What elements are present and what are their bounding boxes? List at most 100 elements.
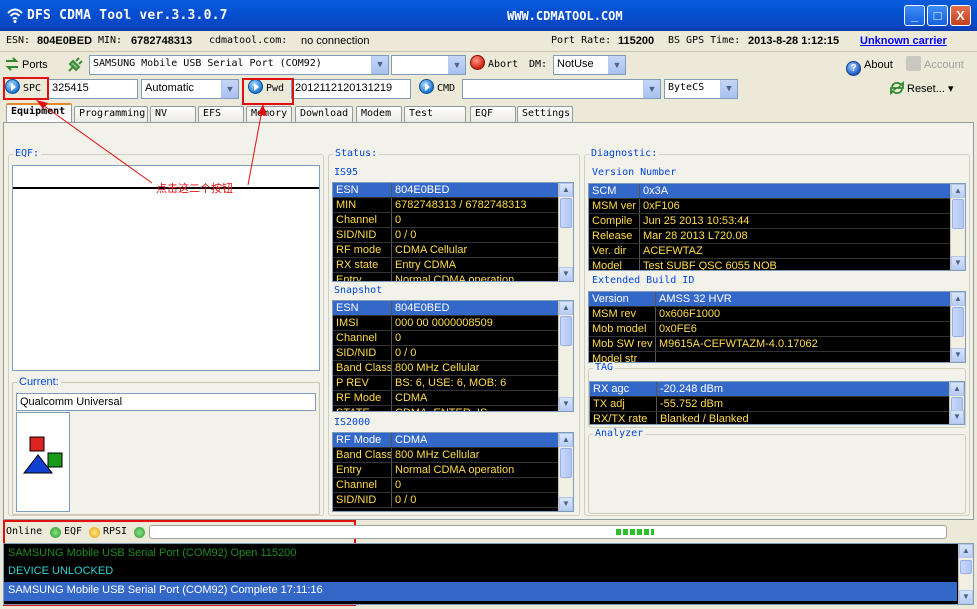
scroll-up-icon[interactable]: ▲ (951, 292, 965, 306)
grid-row[interactable]: RF Mode CDMA (333, 391, 573, 406)
scroll-up-icon[interactable]: ▲ (559, 183, 573, 197)
scroll-up-icon[interactable]: ▲ (951, 184, 965, 198)
scroll-thumb[interactable] (560, 448, 572, 478)
grid-row[interactable]: MIN 6782748313 / 6782748313 (333, 198, 573, 213)
scroll-up-icon[interactable]: ▲ (950, 382, 964, 396)
grid-row[interactable]: Mob SW rev M9615A-CEFWTAZM-4.0.17062 (589, 337, 965, 352)
is95-grid[interactable]: ESN 804E0BED MIN 6782748313 / 6782748313 Cha… (332, 182, 574, 282)
grid-row[interactable]: RF mode CDMA Cellular (333, 243, 573, 258)
tab-nv[interactable]: NV (150, 106, 196, 122)
grid-row[interactable]: SID/NID 0 / 0 (333, 346, 573, 361)
tab-test-call[interactable]: Test call (404, 106, 466, 133)
snapshot-grid[interactable]: ESN 804E0BED IMSI 000 00 0000008509 Channel 0… (332, 300, 574, 412)
dm-select[interactable]: NotUse ▼ (553, 55, 626, 75)
grid-row[interactable]: SID/NID 0 / 0 (333, 228, 573, 243)
cmd-select[interactable]: ▼ (462, 79, 661, 99)
log-line: DEVICE UNLOCKED (8, 565, 114, 577)
grid-scrollbar[interactable]: ▲ ▼ (950, 184, 965, 270)
pwd-input[interactable]: 2012112120131219 (291, 79, 411, 99)
scroll-up-icon[interactable]: ▲ (959, 544, 973, 558)
grid-row[interactable]: Channel 0 (333, 331, 573, 346)
grid-row[interactable]: Channel 0 (333, 478, 573, 493)
analyzer-title: Analyzer (593, 428, 646, 439)
grid-row[interactable]: MSM ver 0xF106 (589, 199, 965, 214)
secondary-select[interactable]: ▼ (391, 55, 466, 75)
grid-row[interactable]: RX state Entry CDMA (333, 258, 573, 273)
close-button[interactable]: X (950, 5, 971, 26)
tab-eqf[interactable]: EQF (470, 106, 516, 122)
grid-row[interactable]: SCM 0x3A (589, 184, 965, 199)
grid-row[interactable]: SID/NID 0 / 0 (333, 493, 573, 508)
grid-row[interactable]: IMSI 000 00 0000008509 (333, 316, 573, 331)
ports-button[interactable]: Ports (4, 55, 48, 75)
scroll-up-icon[interactable]: ▲ (559, 301, 573, 315)
scroll-down-icon[interactable]: ▼ (559, 497, 573, 511)
log-panel[interactable]: SAMSUNG Mobile USB Serial Port (COM92) O… (3, 543, 974, 605)
tab-equipment[interactable]: Equipment (6, 103, 72, 123)
ext-build-grid[interactable]: Version AMSS 32 HVR MSM rev 0x606F1000 Mob m… (588, 291, 966, 363)
reset-button[interactable]: Reset... ▾ (889, 79, 954, 99)
grid-row[interactable]: P REV BS: 6, USE: 6, MOB: 6 (333, 376, 573, 391)
grid-row[interactable]: Ver. dir ACEFWTAZ (589, 244, 965, 259)
grid-row[interactable]: RX/TX rate Blanked / Blanked (590, 412, 964, 424)
grid-scrollbar[interactable]: ▲ ▼ (950, 292, 965, 362)
maximize-button[interactable]: □ (927, 5, 948, 26)
cmd-button[interactable]: CMD (419, 79, 455, 99)
tab-download[interactable]: Download (295, 106, 353, 122)
tab-modem[interactable]: Modem (356, 106, 402, 122)
grid-row[interactable]: Band Class 800 MHz Cellular (333, 361, 573, 376)
grid-row[interactable]: RF Mode CDMA (333, 433, 573, 448)
log-scrollbar[interactable]: ▲ ▼ (958, 544, 973, 604)
scroll-thumb[interactable] (952, 307, 964, 337)
scroll-thumb[interactable] (560, 198, 572, 228)
is2000-grid[interactable]: RF Mode CDMA Band Class 800 MHz Cellular Ent… (332, 432, 574, 512)
grid-row[interactable]: Model Test SUBF QSC 6055 NOB (589, 259, 965, 270)
grid-row[interactable]: Channel 0 (333, 213, 573, 228)
about-button[interactable]: ? About (846, 55, 893, 76)
tab-efs[interactable]: EFS (198, 106, 244, 122)
grid-row[interactable]: Entry Normal CDMA operation (333, 463, 573, 478)
grid-row[interactable]: Entry Normal CDMA operation (333, 273, 573, 281)
scroll-thumb[interactable] (960, 560, 972, 574)
grid-column-divider (391, 448, 392, 462)
scroll-down-icon[interactable]: ▼ (959, 590, 973, 604)
tab-programming[interactable]: Programming (74, 106, 148, 122)
grid-row[interactable]: MSM rev 0x606F1000 (589, 307, 965, 322)
port-select[interactable]: SAMSUNG Mobile USB Serial Port (COM92) ▼ (89, 55, 389, 75)
grid-row[interactable]: Model str (589, 352, 965, 362)
scroll-down-icon[interactable]: ▼ (559, 397, 573, 411)
grid-row[interactable]: STATE CDMA_ENTER_IS (333, 406, 573, 411)
scroll-thumb[interactable] (952, 199, 964, 229)
grid-row[interactable]: ESN 804E0BED (333, 301, 573, 316)
tab-settings[interactable]: Settings (517, 106, 573, 122)
minimize-button[interactable]: _ (904, 5, 925, 26)
scroll-thumb[interactable] (560, 316, 572, 346)
grid-scrollbar[interactable]: ▲ ▼ (558, 301, 573, 411)
abort-button[interactable]: Abort (470, 55, 518, 75)
grid-row[interactable]: Version AMSS 32 HVR (589, 292, 965, 307)
scroll-down-icon[interactable]: ▼ (950, 410, 964, 424)
grid-row[interactable]: Release Mar 28 2013 L720.08 (589, 229, 965, 244)
grid-row[interactable]: Compile Jun 25 2013 10:53:44 (589, 214, 965, 229)
grid-key: Channel (336, 214, 377, 226)
grid-row[interactable]: ESN 804E0BED (333, 183, 573, 198)
grid-scrollbar[interactable]: ▲ ▼ (558, 183, 573, 281)
tab-memory[interactable]: Memory (246, 106, 292, 122)
spc-input[interactable]: 325415 (48, 79, 138, 99)
scroll-down-icon[interactable]: ▼ (951, 256, 965, 270)
grid-row[interactable]: RX agc -20.248 dBm (590, 382, 964, 397)
version-grid[interactable]: SCM 0x3A MSM ver 0xF106 Compile Jun 25 2013 1… (588, 183, 966, 271)
grid-row[interactable]: Mob model 0x0FE6 (589, 322, 965, 337)
grid-scrollbar[interactable]: ▲ ▼ (558, 433, 573, 511)
scroll-up-icon[interactable]: ▲ (559, 433, 573, 447)
mode-select[interactable]: Automatic ▼ (141, 79, 239, 99)
grid-row[interactable]: TX adj -55.752 dBm (590, 397, 964, 412)
grid-scrollbar[interactable]: ▲ ▼ (949, 382, 964, 424)
scroll-down-icon[interactable]: ▼ (559, 267, 573, 281)
scroll-down-icon[interactable]: ▼ (951, 348, 965, 362)
tag-grid[interactable]: RX agc -20.248 dBm TX adj -55.752 dBm RX/TX … (589, 381, 965, 425)
bytecs-select[interactable]: ByteCS ▼ (664, 79, 738, 99)
account-button[interactable]: Account (906, 55, 964, 75)
carrier-link[interactable]: Unknown carrier (860, 35, 947, 47)
grid-row[interactable]: Band Class 800 MHz Cellular (333, 448, 573, 463)
